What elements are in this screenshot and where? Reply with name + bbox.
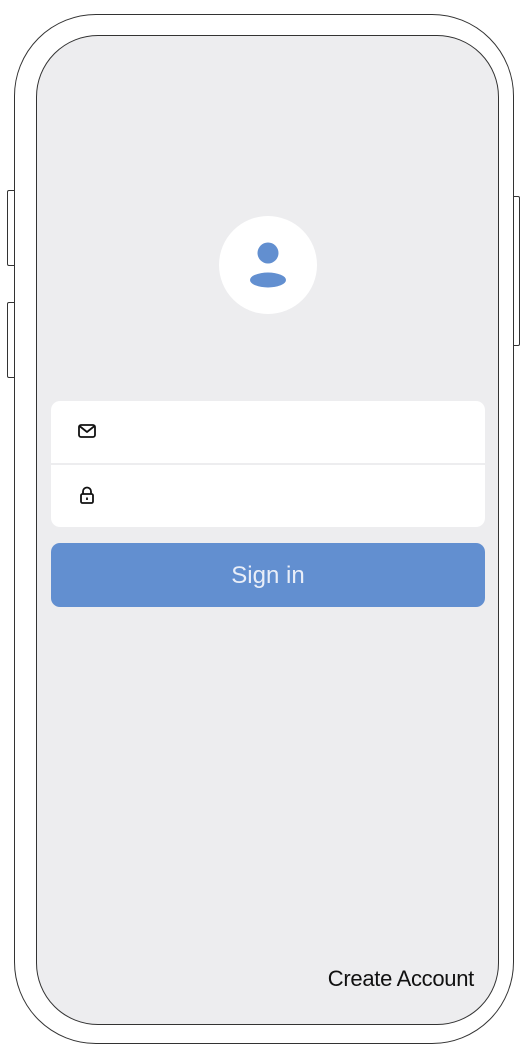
avatar <box>219 216 317 314</box>
password-field-row <box>51 463 485 525</box>
lock-icon <box>80 486 94 504</box>
password-input[interactable] <box>113 477 467 515</box>
login-screen: Sign in Create Account <box>36 35 499 1025</box>
login-form <box>51 401 485 527</box>
create-account-link[interactable]: Create Account <box>328 966 475 992</box>
email-field-row <box>51 401 485 463</box>
person-icon <box>250 242 286 288</box>
email-input[interactable] <box>113 413 467 451</box>
envelope-icon <box>78 424 96 438</box>
device-mockup: Sign in Create Account <box>0 0 523 1048</box>
sign-in-button[interactable]: Sign in <box>51 543 485 607</box>
